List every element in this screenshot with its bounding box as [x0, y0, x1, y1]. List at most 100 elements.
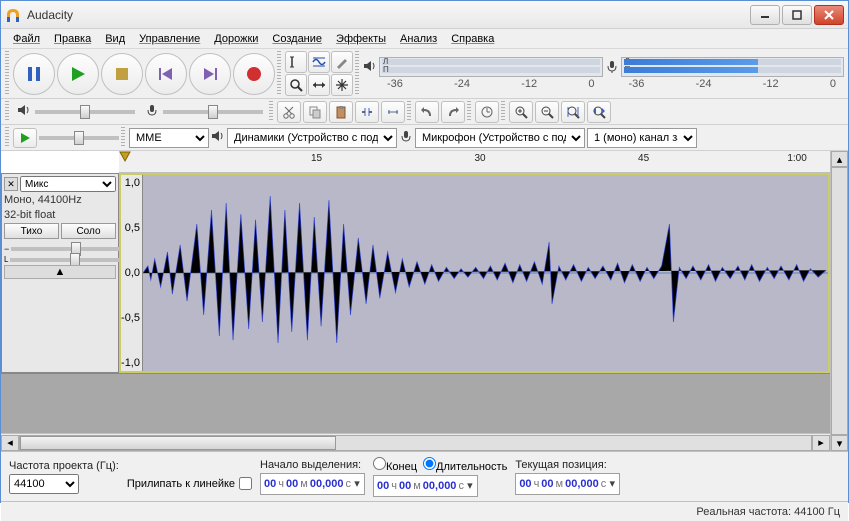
- playback-device-select[interactable]: Динамики (Устройство с под: [227, 128, 397, 148]
- sync-lock-button[interactable]: [475, 101, 499, 123]
- selection-start-label: Начало выделения:: [260, 459, 365, 471]
- mute-button[interactable]: Тихо: [4, 223, 59, 239]
- timeline-tick: 45: [638, 153, 649, 164]
- scroll-left-button[interactable]: ◂: [1, 435, 19, 451]
- scroll-right-button[interactable]: ▸: [812, 435, 830, 451]
- scroll-up-button[interactable]: ▴: [831, 151, 848, 167]
- multi-tool-button[interactable]: [331, 74, 353, 96]
- toolbar-grip[interactable]: [269, 101, 273, 122]
- playback-speed-slider[interactable]: [39, 136, 119, 140]
- app-logo-icon: [5, 7, 21, 23]
- toolbar-grip[interactable]: [407, 101, 411, 122]
- toolbar-grip[interactable]: [5, 101, 9, 122]
- toolbar-grip[interactable]: [121, 127, 125, 148]
- fit-selection-button[interactable]: [561, 101, 585, 123]
- copy-button[interactable]: [303, 101, 327, 123]
- undo-button[interactable]: [415, 101, 439, 123]
- speaker-icon: [211, 129, 225, 146]
- menu-edit[interactable]: Правка: [48, 31, 97, 47]
- playback-meter[interactable]: Л П: [379, 57, 603, 77]
- menu-tracks[interactable]: Дорожки: [208, 31, 264, 47]
- solo-button[interactable]: Соло: [61, 223, 116, 239]
- speaker-icon: [363, 59, 377, 76]
- toolbar-grip[interactable]: [467, 101, 471, 122]
- timeline-tick: 1:00: [787, 153, 806, 164]
- record-button[interactable]: [233, 53, 275, 95]
- track-info: Моно, 44100Hz: [4, 193, 116, 207]
- menubar: Файл Правка Вид Управление Дорожки Созда…: [1, 29, 848, 49]
- waveform-display[interactable]: 1,00,50,0-0,5-1,0: [119, 173, 830, 373]
- skip-end-button[interactable]: [189, 53, 231, 95]
- silence-button[interactable]: [381, 101, 405, 123]
- selection-start-counter[interactable]: 00ч00м00,000с▾: [260, 473, 365, 495]
- length-radio[interactable]: Длительность: [423, 457, 507, 473]
- timeshift-tool-button[interactable]: [308, 74, 330, 96]
- scroll-down-button[interactable]: ▾: [831, 435, 848, 451]
- end-radio[interactable]: Конец: [373, 457, 417, 473]
- menu-help[interactable]: Справка: [445, 31, 500, 47]
- statusbar: Реальная частота: 44100 Гц: [1, 501, 848, 521]
- record-meter[interactable]: Л П: [621, 57, 845, 77]
- menu-transport[interactable]: Управление: [133, 31, 206, 47]
- fit-project-button[interactable]: [587, 101, 611, 123]
- menu-view[interactable]: Вид: [99, 31, 131, 47]
- selection-tool-button[interactable]: [285, 51, 307, 73]
- track-area: ✕ Микс Моно, 44100Hz 32-bit float Тихо С…: [1, 173, 830, 373]
- mic-icon: [399, 129, 413, 146]
- zoom-out-button[interactable]: [535, 101, 559, 123]
- mic-icon: [145, 103, 159, 120]
- track-control-panel: ✕ Микс Моно, 44100Hz 32-bit float Тихо С…: [1, 173, 119, 373]
- play-at-speed-button[interactable]: [13, 128, 37, 148]
- minimize-button[interactable]: [750, 5, 780, 25]
- toolbar-grip[interactable]: [5, 127, 9, 148]
- window-title: Audacity: [27, 8, 750, 22]
- toolbar-grip[interactable]: [501, 101, 505, 122]
- audio-position-label: Текущая позиция:: [515, 459, 620, 471]
- vertical-scrollbar[interactable]: ▴ ▾: [830, 151, 848, 451]
- track-name-dropdown[interactable]: Микс: [20, 176, 116, 192]
- playback-volume-slider[interactable]: [35, 110, 135, 114]
- envelope-tool-button[interactable]: [308, 51, 330, 73]
- scrollbar-thumb[interactable]: [20, 436, 336, 450]
- selection-toolbar: Частота проекта (Гц): 44100 Прилипать к …: [1, 451, 848, 501]
- stop-button[interactable]: [101, 53, 143, 95]
- record-device-select[interactable]: Микрофон (Устройство с под: [415, 128, 585, 148]
- play-button[interactable]: [57, 53, 99, 95]
- draw-tool-button[interactable]: [331, 51, 353, 73]
- zoom-in-button[interactable]: [509, 101, 533, 123]
- zoom-tool-button[interactable]: [285, 74, 307, 96]
- maximize-button[interactable]: [782, 5, 812, 25]
- menu-file[interactable]: Файл: [7, 31, 46, 47]
- selection-end-counter[interactable]: 00ч00м00,000с▾: [373, 475, 478, 497]
- horizontal-scrollbar[interactable]: ◂ ▸: [1, 433, 830, 451]
- cut-button[interactable]: [277, 101, 301, 123]
- redo-button[interactable]: [441, 101, 465, 123]
- close-button[interactable]: [814, 5, 844, 25]
- audio-position-counter[interactable]: 00ч00м00,000с▾: [515, 473, 620, 495]
- actual-rate-label: Реальная частота: 44100 Гц: [696, 506, 840, 518]
- menu-analyze[interactable]: Анализ: [394, 31, 443, 47]
- project-rate-label: Частота проекта (Гц):: [9, 460, 119, 472]
- audio-host-select[interactable]: MME: [129, 128, 209, 148]
- menu-effects[interactable]: Эффекты: [330, 31, 392, 47]
- toolbar-grip[interactable]: [5, 51, 9, 96]
- timeline-ruler[interactable]: 15 30 45 1:00: [119, 151, 830, 173]
- project-rate-select[interactable]: 44100: [9, 474, 79, 494]
- timeline-tick: 15: [311, 153, 322, 164]
- trim-button[interactable]: [355, 101, 379, 123]
- timeline-tick: 30: [475, 153, 486, 164]
- paste-button[interactable]: [329, 101, 353, 123]
- toolbar-grip[interactable]: [355, 51, 359, 96]
- menu-generate[interactable]: Создание: [266, 31, 328, 47]
- track-close-button[interactable]: ✕: [4, 177, 18, 191]
- amplitude-scale: 1,00,50,0-0,5-1,0: [121, 175, 143, 371]
- track-collapse-button[interactable]: ▲: [4, 265, 116, 279]
- record-channels-select[interactable]: 1 (моно) канал за: [587, 128, 697, 148]
- snap-checkbox[interactable]: [239, 477, 252, 490]
- skip-start-button[interactable]: [145, 53, 187, 95]
- speaker-icon: [17, 103, 31, 120]
- pause-button[interactable]: [13, 53, 55, 95]
- toolbar-grip[interactable]: [277, 51, 281, 96]
- record-volume-slider[interactable]: [163, 110, 263, 114]
- empty-track-area[interactable]: [1, 373, 830, 433]
